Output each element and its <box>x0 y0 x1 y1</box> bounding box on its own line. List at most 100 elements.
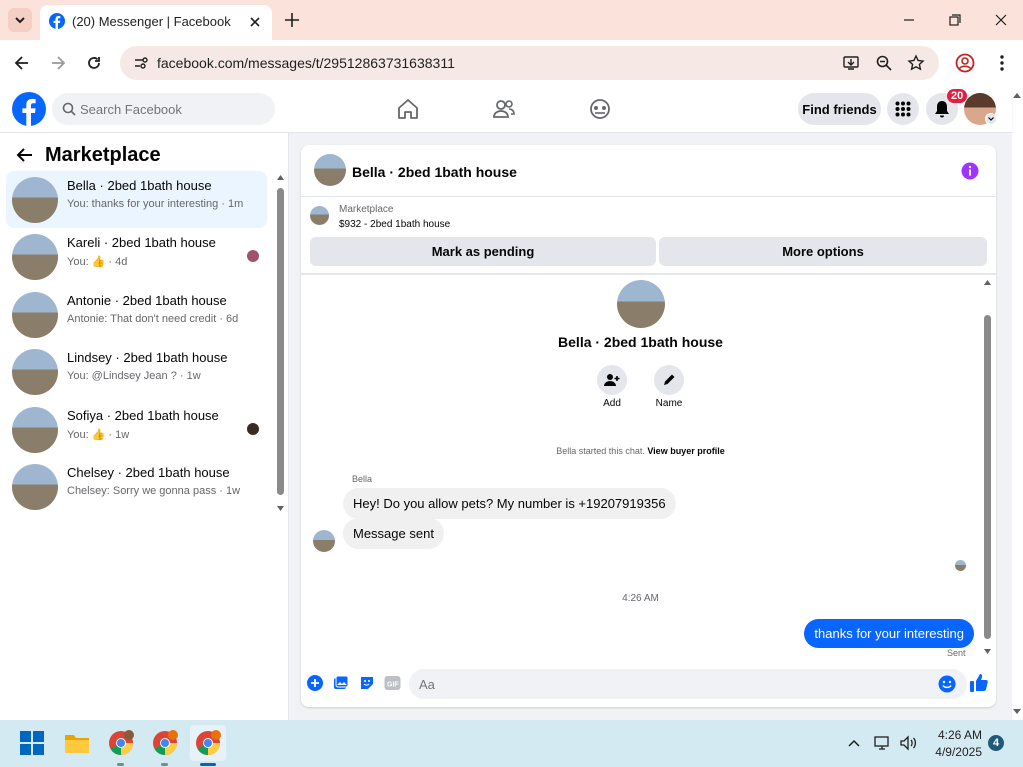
friends-icon[interactable] <box>491 96 517 122</box>
message-timestamp: 4:26 AM <box>622 593 659 604</box>
add-label: Add <box>603 398 621 409</box>
chevron-down-icon <box>988 117 994 121</box>
listing-divider <box>301 273 996 275</box>
install-app-icon[interactable] <box>842 54 860 72</box>
plus-circle-icon[interactable] <box>307 675 323 691</box>
volume-icon[interactable] <box>899 735 917 751</box>
name-button[interactable] <box>654 365 684 395</box>
message-bubble-outgoing[interactable]: thanks for your interesting <box>804 619 974 648</box>
emoji-icon[interactable] <box>938 675 956 693</box>
conversation-item[interactable]: Lindsey · 2bed 1bath house You: @Lindsey… <box>6 343 267 400</box>
sent-status: Sent <box>947 648 966 658</box>
listing-thumbnail <box>12 407 58 453</box>
add-person-icon <box>604 374 620 386</box>
scroll-down-icon[interactable] <box>983 648 992 655</box>
chat-window: Bella · 2bed 1bath house Marketplace $93… <box>301 145 996 707</box>
conversation-item[interactable]: Antonie · 2bed 1bath house Antonie: That… <box>6 286 267 343</box>
search-input[interactable] <box>80 93 270 125</box>
active-indicator <box>200 763 216 766</box>
pencil-icon <box>664 374 675 385</box>
sender-avatar[interactable] <box>313 530 335 552</box>
photo-icon[interactable] <box>333 675 349 691</box>
page-scroll-up-icon[interactable] <box>1012 91 1022 99</box>
site-info-icon[interactable] <box>133 55 149 71</box>
windows-taskbar: 4:26 AM 4/9/2025 4 <box>0 720 1023 767</box>
mark-pending-button[interactable]: Mark as pending <box>310 237 656 266</box>
sender-name: Bella <box>352 474 373 484</box>
scroll-down-icon[interactable] <box>276 505 285 512</box>
close-icon[interactable] <box>246 13 264 31</box>
search-icon <box>62 102 76 116</box>
clock-date[interactable]: 4/9/2025 <box>926 745 982 759</box>
profile-thumbnail[interactable] <box>617 280 665 328</box>
account-chevron[interactable] <box>985 113 997 125</box>
restore-icon[interactable] <box>945 10 965 30</box>
zoom-icon[interactable] <box>875 54 893 72</box>
window-close-icon[interactable] <box>991 10 1011 30</box>
chrome-profile-3-button-active[interactable] <box>190 725 226 761</box>
chevron-up-icon[interactable] <box>847 737 861 749</box>
start-button[interactable] <box>14 725 50 761</box>
message-composer[interactable] <box>409 669 967 699</box>
chat-header-title[interactable]: Bella · 2bed 1bath house <box>352 164 517 180</box>
info-icon[interactable] <box>961 162 979 180</box>
listing-price[interactable]: $932 - 2bed 1bath house <box>339 219 450 230</box>
forward-arrow-icon[interactable] <box>48 53 68 73</box>
chat-scrollbar[interactable] <box>984 315 991 639</box>
chat-header-thumbnail[interactable] <box>314 154 346 186</box>
svg-text:GIF: GIF <box>387 682 399 689</box>
new-tab-plus-icon[interactable] <box>282 10 302 30</box>
message-bubble-incoming[interactable]: Message sent <box>343 518 444 549</box>
name-label: Name <box>655 398 683 409</box>
page-scroll-down-icon[interactable] <box>1012 708 1022 716</box>
kebab-menu-icon[interactable] <box>992 53 1012 73</box>
profile-avatar-icon[interactable] <box>955 53 975 73</box>
bell-icon <box>935 101 949 118</box>
conversation-item[interactable]: Chelsey · 2bed 1bath house Chelsey: Sorr… <box>6 458 267 515</box>
network-icon[interactable] <box>874 735 892 751</box>
menu-button[interactable] <box>887 93 919 125</box>
conversation-snippet: You: @Lindsey Jean ? · 1w <box>67 370 201 382</box>
file-explorer-button[interactable] <box>59 725 95 761</box>
gaming-icon[interactable] <box>587 96 613 122</box>
browser-toolbar: facebook.com/messages/t/2951286373163831… <box>0 40 1023 86</box>
tab-search-button[interactable] <box>8 8 32 32</box>
conversation-name: Bella · 2bed 1bath house <box>67 178 212 193</box>
conversation-snippet: Chelsey: Sorry we gonna pass · 1w <box>67 485 241 497</box>
find-friends-button[interactable]: Find friends <box>798 93 881 125</box>
url-text: facebook.com/messages/t/2951286373163831… <box>157 55 455 71</box>
address-bar[interactable]: facebook.com/messages/t/2951286373163831… <box>120 46 939 80</box>
gif-icon[interactable]: GIF <box>384 675 401 691</box>
header-divider <box>301 196 996 197</box>
reload-icon[interactable] <box>84 53 104 73</box>
message-input[interactable] <box>419 669 919 699</box>
clock-time[interactable]: 4:26 AM <box>930 728 982 742</box>
conversation-name: Lindsey · 2bed 1bath house <box>67 350 228 365</box>
scroll-up-icon[interactable] <box>983 279 992 286</box>
chrome-profile-2-button[interactable] <box>147 725 183 761</box>
sidebar-scrollbar[interactable] <box>277 188 284 495</box>
view-buyer-profile-link[interactable]: View buyer profile <box>647 446 724 456</box>
tab-title: (20) Messenger | Facebook <box>72 14 231 29</box>
minimize-icon[interactable] <box>899 10 919 30</box>
home-icon[interactable] <box>395 96 421 122</box>
add-button[interactable] <box>597 365 627 395</box>
chrome-icon <box>109 730 134 755</box>
sticker-icon[interactable] <box>359 675 375 691</box>
more-options-button[interactable]: More options <box>659 237 987 266</box>
thumbs-up-icon[interactable] <box>969 673 989 693</box>
back-arrow-icon[interactable] <box>16 146 34 164</box>
bookmark-star-icon[interactable] <box>907 54 925 72</box>
message-bubble-incoming[interactable]: Hey! Do you allow pets? My number is +19… <box>343 488 676 519</box>
conversation-item[interactable]: Kareli · 2bed 1bath house You: 👍 · 4d <box>6 228 267 285</box>
facebook-search[interactable] <box>52 93 275 125</box>
browser-tab-active[interactable]: (20) Messenger | Facebook <box>40 5 272 40</box>
notification-count-badge[interactable]: 4 <box>988 735 1004 751</box>
conversation-item[interactable]: Bella · 2bed 1bath house You: thanks for… <box>6 171 267 228</box>
chrome-profile-1-button[interactable] <box>103 725 139 761</box>
facebook-logo-icon[interactable] <box>12 92 46 126</box>
facebook-header: Find friends 20 <box>0 86 1012 133</box>
back-arrow-icon[interactable] <box>12 53 32 73</box>
scroll-up-icon[interactable] <box>276 174 285 181</box>
conversation-item[interactable]: Sofiya · 2bed 1bath house You: 👍 · 1w <box>6 401 267 458</box>
